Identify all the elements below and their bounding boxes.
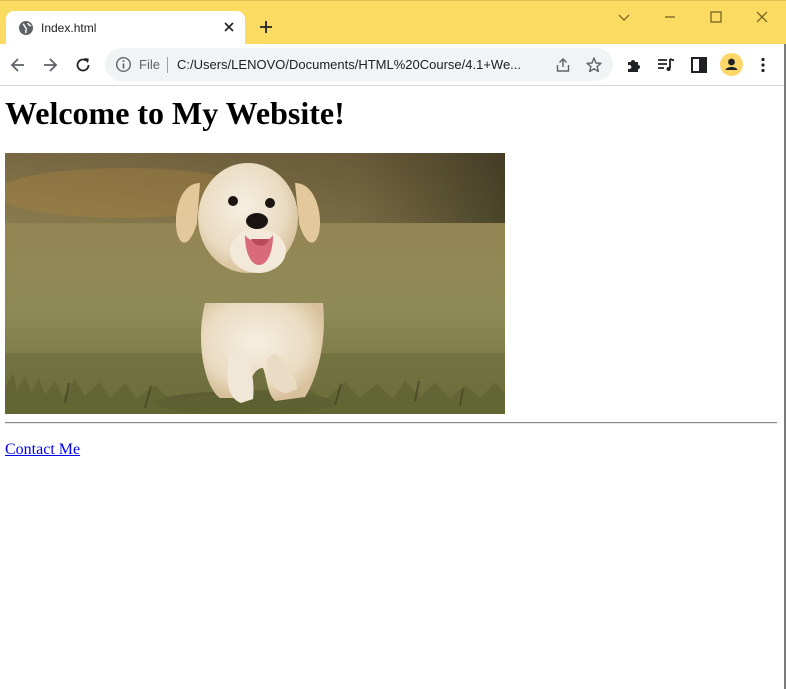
puzzle-icon[interactable] [624,55,644,75]
info-icon[interactable] [115,56,132,73]
minimize-icon[interactable] [659,7,681,27]
omnibox-divider [167,57,168,73]
share-icon[interactable] [554,56,572,74]
page-heading: Welcome to My Website! [5,95,345,131]
url-text[interactable]: C:/Users/LENOVO/Documents/HTML%20Course/… [177,56,547,73]
browser-toolbar: File C:/Users/LENOVO/Documents/HTML%20Co… [0,44,786,86]
address-bar[interactable]: File C:/Users/LENOVO/Documents/HTML%20Co… [105,48,613,81]
star-icon[interactable] [585,56,603,74]
tab-title: Index.html [41,21,97,35]
media-queue-icon[interactable] [656,55,676,75]
profile-avatar[interactable] [720,53,743,76]
maximize-icon[interactable] [705,7,727,27]
url-scheme-label: File [139,57,160,72]
reload-icon[interactable] [73,55,93,75]
page-content: Welcome to My Website! Contact Me [0,87,784,689]
chevron-down-icon[interactable] [613,7,635,27]
browser-title-bar: Index.html [0,0,786,45]
globe-icon [19,21,33,35]
close-window-icon[interactable] [751,7,773,27]
forward-arrow-icon[interactable] [40,55,60,75]
profile-icon [725,58,738,70]
contact-me-link[interactable]: Contact Me [5,440,80,460]
side-panel-icon[interactable] [689,55,709,75]
kebab-menu-icon[interactable] [753,55,773,75]
plus-icon[interactable] [256,17,276,37]
horizontal-rule [5,422,777,424]
puppy-image [5,153,505,414]
close-icon[interactable] [220,18,238,36]
back-arrow-icon[interactable] [8,55,28,75]
browser-tab[interactable]: Index.html [6,11,245,45]
